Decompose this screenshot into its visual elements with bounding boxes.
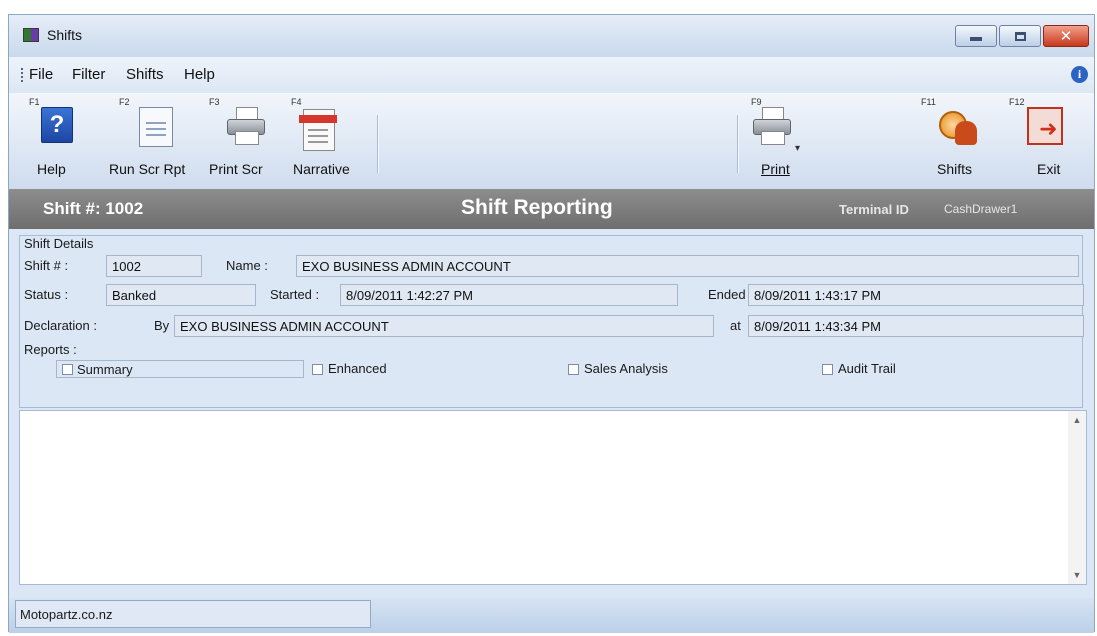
run-scr-rpt-label: Run Scr Rpt	[109, 161, 186, 177]
shift-details-group: Shift Details Shift # : 1002 Name : EXO …	[19, 235, 1084, 408]
menu-file[interactable]: File	[29, 66, 53, 83]
minimize-icon	[970, 37, 982, 41]
menu-bar: File Filter Shifts Help i	[9, 57, 1094, 93]
name-label: Name :	[226, 258, 268, 273]
narrative-icon	[299, 107, 337, 151]
toolbar-separator	[377, 115, 379, 173]
toolbar-separator	[737, 115, 739, 173]
maximize-icon	[1014, 31, 1026, 41]
shifts-label: Shifts	[937, 161, 973, 177]
exit-key: F12	[1009, 97, 1025, 107]
maximize-button[interactable]	[999, 25, 1041, 47]
declared-at-field[interactable]: 8/09/2011 1:43:34 PM	[748, 315, 1084, 337]
help-button[interactable]: F1 ? Help	[29, 93, 93, 189]
enhanced-label: Enhanced	[328, 361, 387, 376]
report-icon	[139, 107, 173, 147]
menu-shifts[interactable]: Shifts	[126, 66, 164, 83]
shifts-button[interactable]: F11 Shifts	[921, 93, 991, 189]
name-field[interactable]: EXO BUSINESS ADMIN ACCOUNT	[296, 255, 1079, 277]
status-field[interactable]: Banked	[106, 284, 256, 306]
app-icon	[23, 28, 39, 42]
shift-details-label: Shift Details	[24, 236, 94, 251]
shift-number-label: Shift # :	[24, 258, 69, 273]
enhanced-checkbox[interactable]	[312, 364, 323, 375]
shifts-window: Shifts ✕ File Filter Shifts Help i F1 ? …	[8, 14, 1095, 633]
run-scr-rpt-key: F2	[119, 97, 130, 107]
exit-button[interactable]: F12 ➜ Exit	[1009, 93, 1079, 189]
status-label: Status :	[24, 287, 69, 302]
exit-label: Exit	[1037, 161, 1061, 177]
scroll-up-arrow-icon[interactable]: ▲	[1068, 411, 1086, 429]
summary-checkbox[interactable]	[62, 364, 73, 375]
menu-grip	[21, 68, 23, 82]
close-button[interactable]: ✕	[1043, 25, 1089, 47]
started-field[interactable]: 8/09/2011 1:42:27 PM	[340, 284, 678, 306]
menu-help[interactable]: Help	[184, 66, 215, 83]
print-scr-key: F3	[209, 97, 220, 107]
print-label: Print	[761, 161, 790, 177]
print-key: F9	[751, 97, 762, 107]
help-icon: ?	[41, 107, 73, 143]
close-icon: ✕	[1059, 26, 1073, 45]
audit-trail-label: Audit Trail	[838, 361, 896, 376]
printer-icon	[227, 107, 265, 145]
exit-icon: ➜	[1027, 107, 1063, 145]
narrative-button[interactable]: F4 Narrative	[291, 93, 371, 189]
menu-filter[interactable]: Filter	[72, 66, 105, 83]
run-scr-rpt-button[interactable]: F2 Run Scr Rpt	[109, 93, 209, 189]
shift-banner: Shift #: 1002 Shift Reporting Terminal I…	[9, 189, 1094, 229]
by-label: By	[154, 318, 170, 333]
shift-number-heading: Shift #: 1002	[43, 199, 144, 218]
shifts-clock-icon	[939, 107, 977, 147]
print-scr-label: Print Scr	[209, 161, 263, 177]
page-title: Shift Reporting	[461, 196, 613, 219]
help-label: Help	[37, 161, 66, 177]
declaration-label: Declaration :	[24, 318, 97, 333]
print-icon	[753, 107, 791, 145]
summary-label: Summary	[77, 362, 133, 377]
terminal-id-label: Terminal ID	[839, 202, 909, 217]
status-company: Motopartz.co.nz	[15, 600, 371, 628]
status-bar: Motopartz.co.nz	[9, 598, 1094, 633]
terminal-id-value: CashDrawer1	[944, 202, 1018, 216]
title-bar: Shifts ✕	[9, 15, 1094, 57]
print-scr-button[interactable]: F3 Print Scr	[209, 93, 289, 189]
shift-number-field[interactable]: 1002	[106, 255, 202, 277]
window-title: Shifts	[47, 27, 83, 43]
info-icon[interactable]: i	[1071, 66, 1088, 83]
print-button[interactable]: F9 Print	[751, 93, 811, 189]
narrative-label: Narrative	[293, 161, 350, 177]
started-label: Started :	[270, 287, 320, 302]
ended-field[interactable]: 8/09/2011 1:43:17 PM	[748, 284, 1084, 306]
print-dropdown-arrow-icon[interactable]: ▾	[795, 143, 800, 154]
narrative-key: F4	[291, 97, 302, 107]
sales-analysis-label: Sales Analysis	[584, 361, 668, 376]
declared-by-field[interactable]: EXO BUSINESS ADMIN ACCOUNT	[174, 315, 714, 337]
report-content-area[interactable]: ▲ ▼	[19, 410, 1087, 585]
scroll-down-arrow-icon[interactable]: ▼	[1068, 566, 1086, 584]
help-key: F1	[29, 97, 40, 107]
minimize-button[interactable]	[955, 25, 997, 47]
toolbar: F1 ? Help F2 Run Scr Rpt F3 Print Scr F4	[9, 93, 1094, 190]
summary-option[interactable]: Summary	[56, 360, 304, 378]
audit-trail-checkbox[interactable]	[822, 364, 833, 375]
ended-label: Ended	[708, 287, 746, 302]
reports-label: Reports :	[24, 342, 77, 357]
at-label: at	[730, 318, 741, 333]
shifts-key: F11	[921, 97, 936, 107]
vertical-scrollbar[interactable]: ▲ ▼	[1068, 411, 1086, 584]
sales-analysis-checkbox[interactable]	[568, 364, 579, 375]
